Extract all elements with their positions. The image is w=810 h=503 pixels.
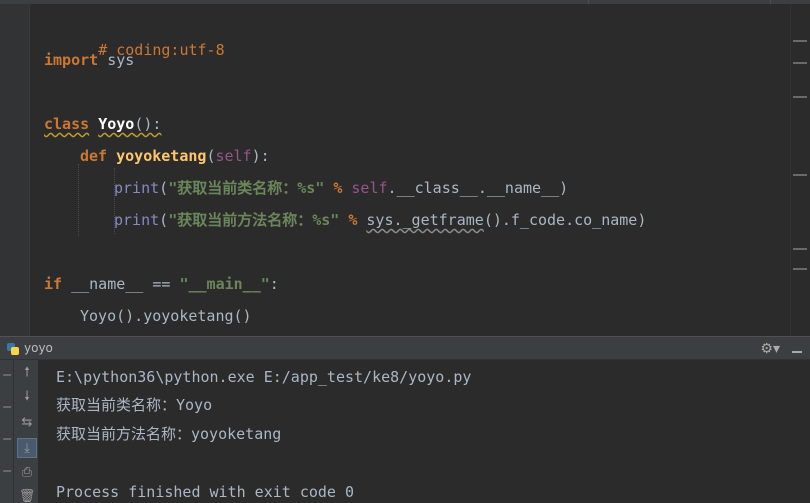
code-line-5[interactable]: def yoyoketang(self): [80,145,270,167]
code-line-9[interactable]: if __name__ == "__main__": [44,273,279,295]
module-token: sys [107,51,135,69]
code-line-2[interactable]: import sys [44,49,134,71]
keyword-token: import [44,51,99,69]
string-token: "__main__" [179,275,270,293]
punctuation-token: (): [134,115,162,133]
run-toolbar: 🠕 🠗 ⇆ ⤓ ⎙ 🗑 [14,360,39,503]
code-line-4[interactable]: class Yoyo(): [44,113,161,135]
run-panel-header: yoyo ⚙▾ [0,336,810,360]
class-call-token: Yoyo [80,307,117,325]
builtin-token: print [114,211,160,229]
attribute-token: .__class__.__name__) [387,179,569,197]
console-output-line: 获取当前类名称：Yoyo [56,396,213,414]
attribute-token: ._getframe [393,211,484,229]
code-line-10[interactable]: Yoyo().yoyoketang() [80,305,252,327]
attribute-token: ().f_code.co_name) [483,211,647,229]
keyword-token: class [44,115,90,133]
string-token: "获取当前类名称：%s" [168,179,325,197]
gear-icon[interactable]: ⚙▾ [760,341,780,357]
trash-icon[interactable]: 🗑 [17,486,37,503]
console-command-line: E:\python36\python.exe E:/app_test/ke8/y… [56,368,472,386]
code-area[interactable]: # coding:utf-8 import sys class Yoyo(): … [30,4,790,336]
code-line-1[interactable]: # coding:utf-8 [44,17,224,59]
keyword-token: def [80,147,108,165]
method-name-token: yoyoketang [116,147,207,165]
code-line-6[interactable]: print("获取当前类名称：%s" % self.__class__.__na… [114,177,568,199]
scroll-marker[interactable] [793,40,807,42]
string-token: "获取当前方法名称：%s" [168,211,340,229]
console-output[interactable]: E:\python36\python.exe E:/app_test/ke8/y… [40,360,810,503]
editor-gutter[interactable] [0,4,30,336]
self-token: self [351,179,388,197]
scroll-marker[interactable] [793,96,807,98]
minimize-icon[interactable] [792,350,802,353]
code-editor[interactable]: # coding:utf-8 import sys class Yoyo(): … [0,0,810,336]
run-config-name: yoyo [24,341,53,355]
python-file-icon [6,342,20,356]
soft-wrap-icon[interactable]: ⇆ [17,412,37,432]
operator-token: == [152,275,171,293]
scroll-marker[interactable] [793,174,807,176]
up-arrow-icon[interactable]: 🠕 [17,364,37,384]
down-arrow-icon[interactable]: 🠗 [17,388,37,408]
console-exit-line: Process finished with exit code 0 [56,483,355,501]
scroll-marker[interactable] [793,248,807,250]
scroll-to-end-icon[interactable]: ⤓ [17,438,37,458]
operator-token: % [333,179,343,197]
console-output-line: 获取当前方法名称：yoyoketang [56,425,282,443]
builtin-token: print [114,179,160,197]
keyword-token: if [44,275,63,293]
operator-token: % [348,211,358,229]
indent-guide [78,164,79,236]
scroll-marker[interactable] [793,62,807,64]
scroll-marker[interactable] [793,268,807,270]
class-name-token: Yoyo [98,115,135,133]
print-icon[interactable]: ⎙ [17,462,37,482]
editor-vertical-scrollbar[interactable] [790,4,810,336]
call-token: ().yoyoketang() [116,307,252,325]
run-panel: 🠕 🠗 ⇆ ⤓ ⎙ 🗑 E:\python36\python.exe E:/ap… [0,360,810,503]
self-param-token: self [215,147,252,165]
dunder-token: __name__ [71,275,144,293]
run-side-strip [0,360,14,503]
module-token: sys [366,211,394,229]
run-panel-title[interactable]: yoyo [0,337,53,360]
code-line-7[interactable]: print("获取当前方法名称：%s" % sys._getframe().f_… [114,209,646,231]
